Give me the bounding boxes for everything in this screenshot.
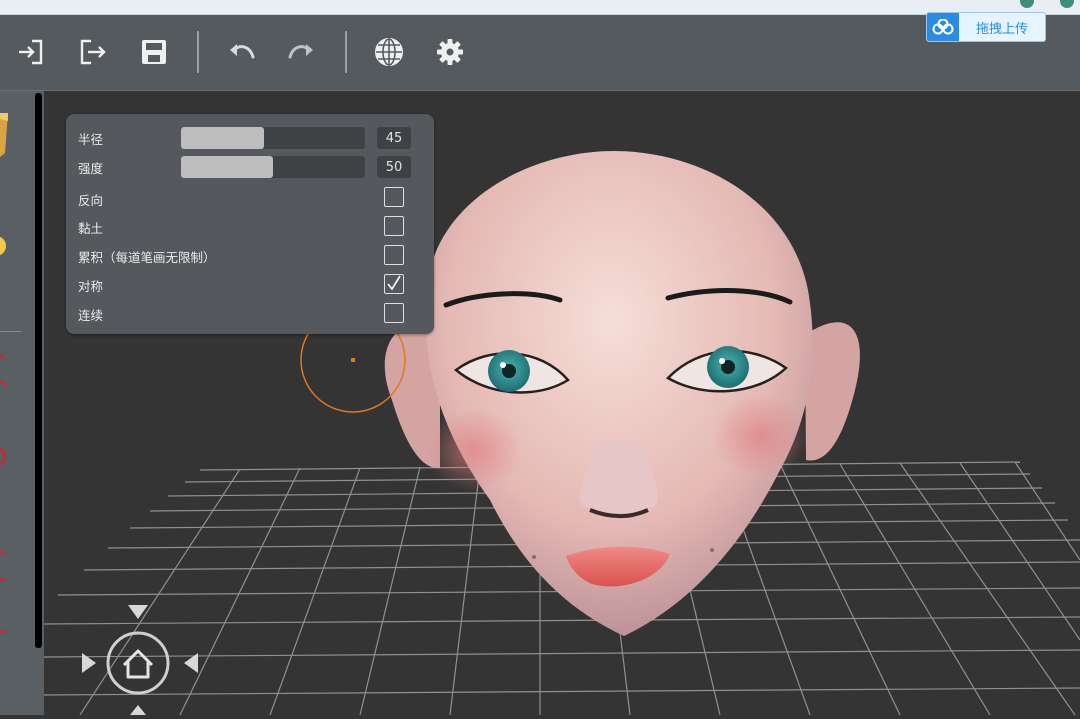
export-icon[interactable] — [75, 35, 109, 69]
window-control-icon[interactable] — [1020, 0, 1034, 8]
continuous-checkbox[interactable] — [384, 303, 404, 323]
save-icon[interactable] — [137, 35, 171, 69]
radius-slider-fill — [181, 127, 264, 149]
sidebar-tool-icon — [0, 354, 7, 634]
undo-icon[interactable] — [224, 35, 258, 69]
radius-value[interactable]: 45 — [377, 127, 411, 149]
brush-tool-icon — [0, 113, 8, 157]
radius-label: 半径 — [78, 132, 104, 147]
toolbar — [0, 15, 1080, 91]
cloud-upload-icon — [927, 13, 959, 41]
option-label-invert: 反向 — [78, 193, 104, 208]
option-label-accumulate: 累积（每道笔画无限制） — [78, 250, 216, 265]
upload-label: 拖拽上传 — [975, 21, 1028, 37]
nav-down-arrow-icon — [130, 705, 146, 715]
strength-slider[interactable] — [181, 156, 365, 178]
head-model — [384, 151, 860, 636]
strength-slider-fill — [181, 156, 273, 178]
camera-nav-widget — [80, 605, 200, 715]
strength-value[interactable]: 50 — [377, 156, 411, 178]
symmetry-checkbox[interactable] — [384, 274, 404, 294]
brush-settings-panel: 半径 45 强度 50 反向 黏土 累积（每道笔画无限制） 对称 连续 — [66, 114, 434, 334]
nav-right-arrow-icon — [184, 653, 198, 673]
clay-checkbox[interactable] — [384, 216, 404, 236]
sphere-tool-icon — [0, 236, 6, 256]
nav-up-arrow-icon — [128, 605, 148, 619]
drag-upload-button[interactable]: 拖拽上传 — [926, 12, 1046, 42]
globe-icon[interactable] — [372, 35, 406, 69]
window-top-strip — [0, 0, 1080, 15]
redo-icon[interactable] — [285, 35, 319, 69]
nav-left-arrow-icon — [82, 653, 96, 673]
sidebar-scrollbar[interactable] — [35, 93, 42, 648]
checkmark-icon — [387, 275, 401, 291]
toolbar-separator — [197, 31, 199, 73]
accumulate-checkbox[interactable] — [384, 245, 404, 265]
window-control-icon[interactable] — [1060, 0, 1074, 8]
right-ear — [805, 322, 860, 461]
option-label-clay: 黏土 — [78, 221, 104, 236]
option-label-symmetry: 对称 — [78, 279, 104, 294]
gear-icon[interactable] — [433, 35, 467, 69]
invert-checkbox[interactable] — [384, 187, 404, 207]
import-icon[interactable] — [14, 35, 48, 69]
toolbar-separator — [345, 31, 347, 73]
home-icon — [122, 649, 154, 679]
sidebar-divider — [0, 331, 22, 332]
strength-label: 强度 — [78, 161, 104, 176]
option-label-continuous: 连续 — [78, 308, 104, 323]
radius-slider[interactable] — [181, 127, 365, 149]
